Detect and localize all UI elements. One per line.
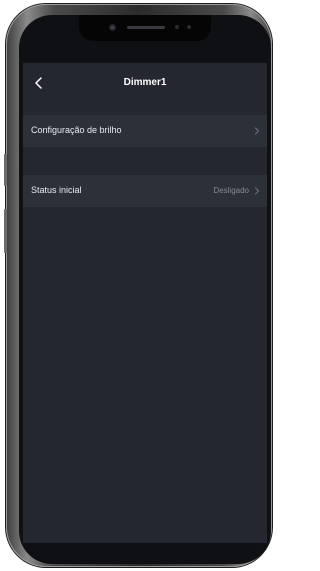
- volume-button: [4, 154, 7, 186]
- sensor-icon: [187, 25, 191, 29]
- navigation-bar: Dimmer1: [23, 63, 267, 107]
- page-title: Dimmer1: [123, 77, 167, 88]
- phone-screen-bezel: Dimmer1 Configuração de brilho Status in…: [19, 15, 271, 564]
- brightness-config-label: Configuração de brilho: [31, 125, 122, 135]
- chevron-right-icon: [255, 187, 259, 195]
- front-camera-icon: [109, 24, 116, 31]
- initial-status-value: Desligado: [213, 186, 249, 195]
- initial-status-label: Status inicial: [31, 185, 82, 195]
- power-button: [4, 209, 7, 253]
- speaker-grille: [127, 26, 165, 29]
- sensor-icon: [175, 25, 179, 29]
- phone-frame: Dimmer1 Configuração de brilho Status in…: [4, 4, 272, 567]
- app-screen: Dimmer1 Configuração de brilho Status in…: [23, 63, 267, 543]
- notch: [79, 15, 211, 41]
- initial-status-row[interactable]: Status inicial Desligado: [23, 175, 267, 207]
- chevron-right-icon: [255, 127, 259, 135]
- brightness-config-row[interactable]: Configuração de brilho: [23, 115, 267, 147]
